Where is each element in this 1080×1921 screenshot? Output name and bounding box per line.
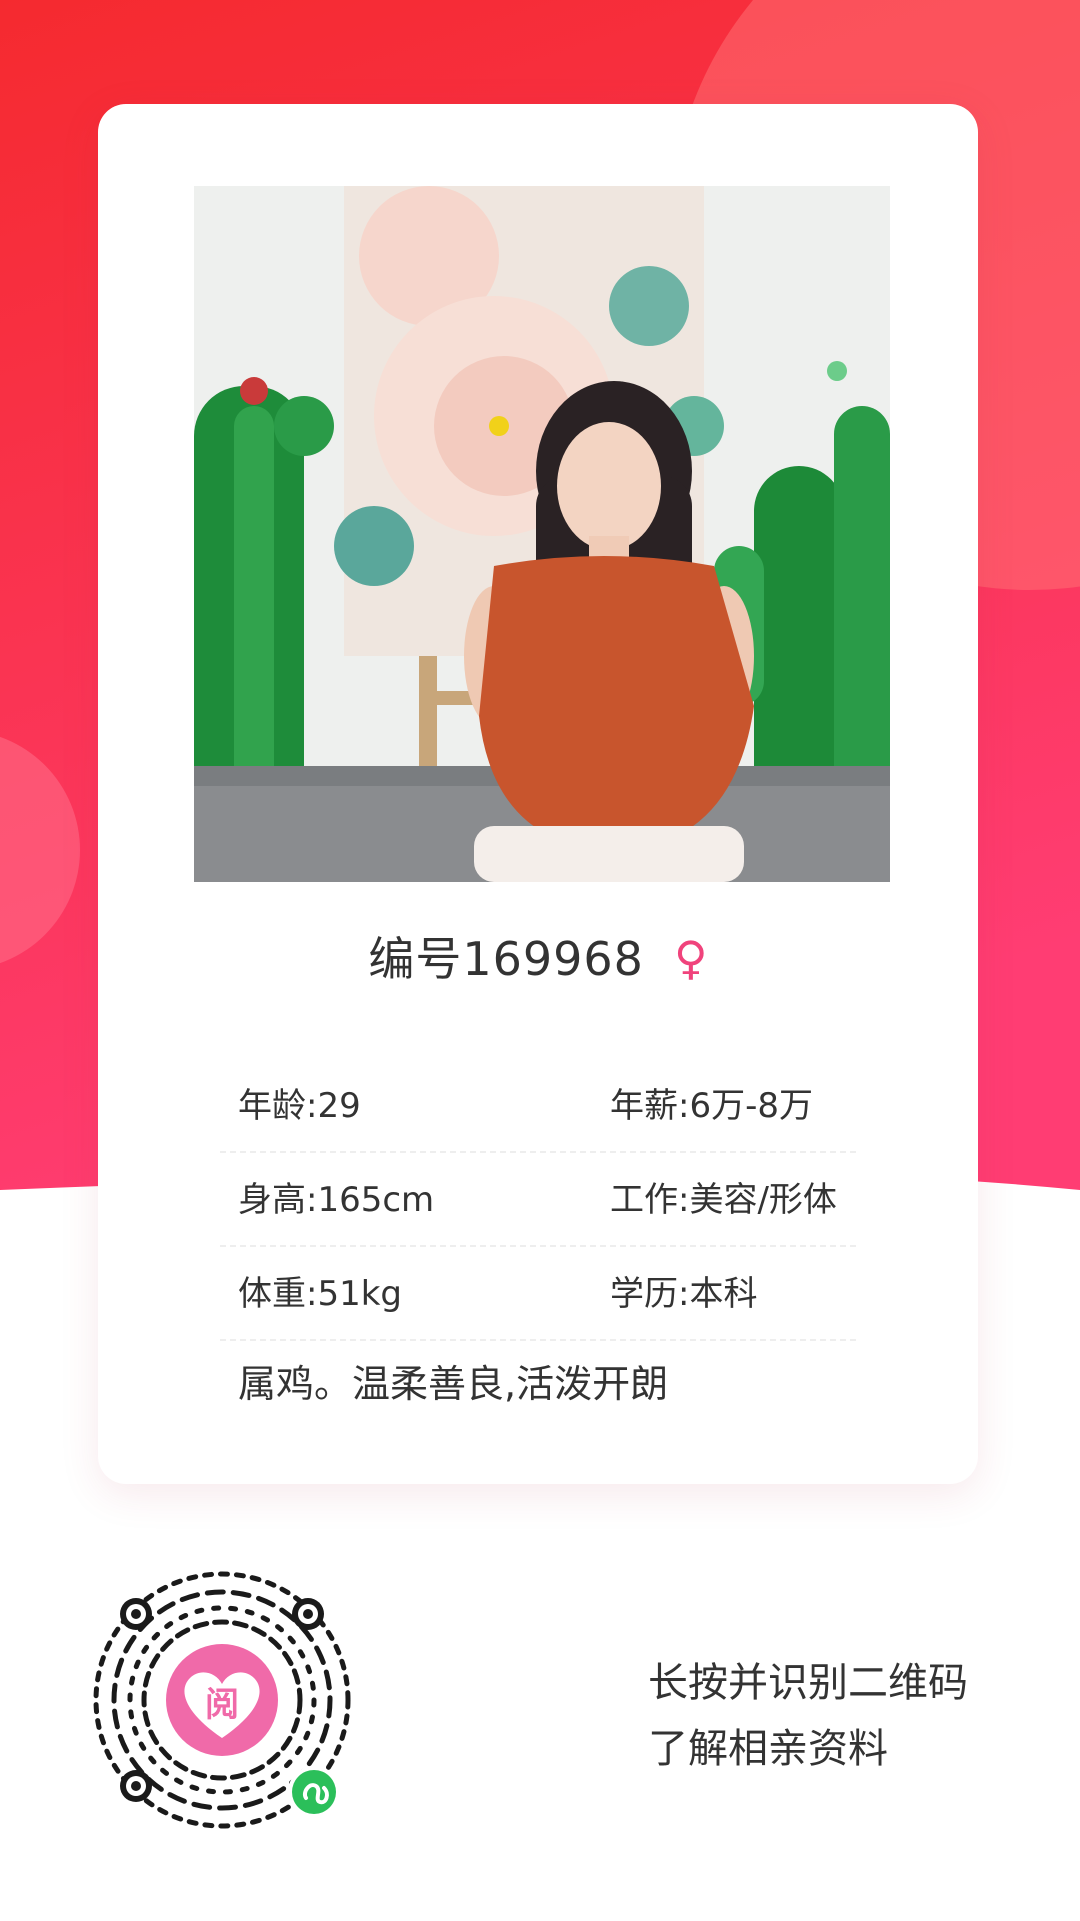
detail-row: 年龄:29 年薪:6万-8万 bbox=[220, 1059, 856, 1153]
detail-age: 年龄:29 bbox=[238, 1086, 361, 1126]
detail-row: 体重:51kg 学历:本科 bbox=[220, 1247, 856, 1341]
profile-title-row: 编号169968 ♀ bbox=[98, 916, 978, 996]
qr-instruction: 长按并识别二维码 了解相亲资料 bbox=[648, 1650, 968, 1782]
female-icon: ♀ bbox=[673, 931, 708, 985]
cta-line-2: 了解相亲资料 bbox=[648, 1726, 888, 1772]
detail-weight: 体重:51kg bbox=[238, 1274, 402, 1314]
detail-education: 学历:本科 bbox=[610, 1274, 758, 1314]
detail-job: 工作:美容/形体 bbox=[610, 1180, 837, 1220]
profile-intro: 属鸡。温柔善良,活泼开朗 bbox=[238, 1362, 669, 1406]
qr-center-char: 阅 bbox=[205, 1685, 239, 1725]
profile-id: 编号169968 bbox=[368, 932, 644, 986]
detail-salary: 年薪:6万-8万 bbox=[610, 1086, 813, 1126]
detail-row: 身高:165cm 工作:美容/形体 bbox=[220, 1153, 856, 1247]
cta-line-1: 长按并识别二维码 bbox=[648, 1660, 968, 1706]
mini-program-qr-icon[interactable]: 阅 bbox=[78, 1556, 366, 1844]
profile-photo[interactable] bbox=[194, 186, 890, 882]
profile-card: 编号169968 ♀ 年龄:29 年薪:6万-8万 身高:165cm 工作:美容… bbox=[98, 104, 978, 1484]
detail-height: 身高:165cm bbox=[238, 1180, 435, 1220]
